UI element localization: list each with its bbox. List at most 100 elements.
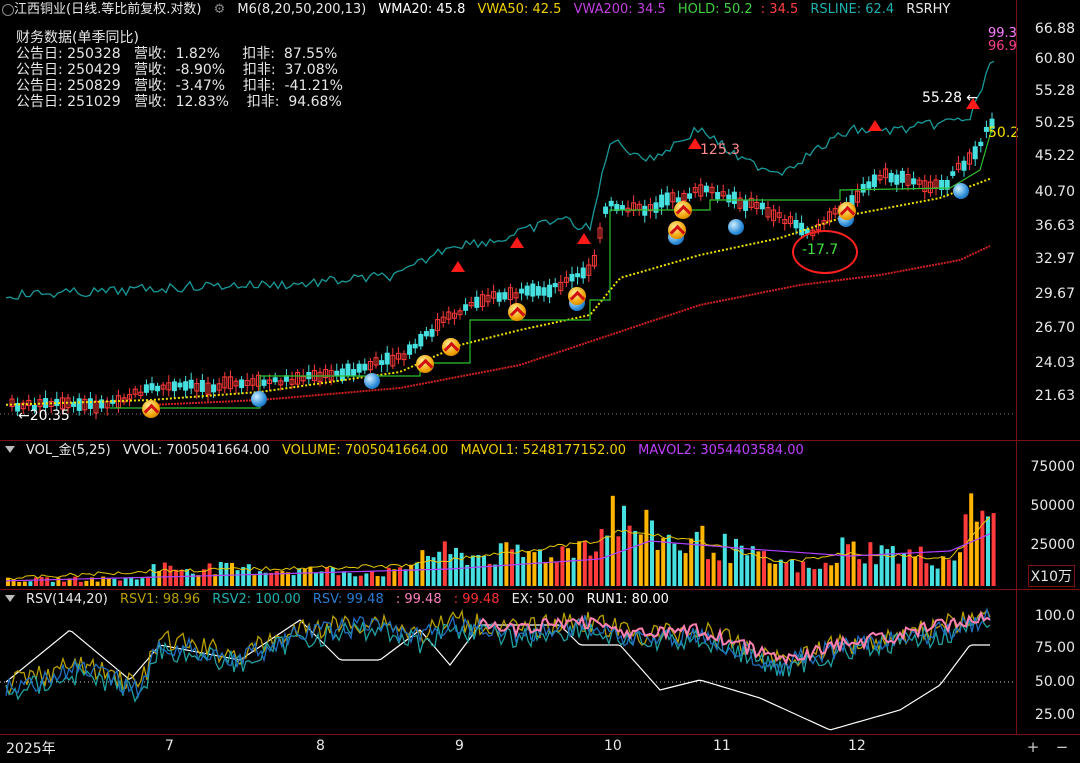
volume-bar: [50, 581, 55, 586]
candle-body: [183, 381, 189, 391]
volume-bar: [857, 559, 862, 586]
volume-bar: [851, 541, 856, 586]
volume-bar: [554, 562, 559, 586]
volume-label: VOLUME: 7005041664.00: [281, 443, 449, 458]
volume-bar: [672, 543, 677, 586]
volume-bar: [39, 577, 44, 586]
candle-body: [653, 202, 659, 213]
hold-sep: :: [760, 2, 766, 17]
volume-bar: [722, 533, 727, 586]
volume-bar: [319, 571, 324, 586]
volume-bar: [924, 563, 929, 586]
buy-signal-icon: [142, 400, 160, 418]
volume-chart[interactable]: [0, 441, 1016, 589]
volume-bar: [941, 556, 946, 586]
volume-bar: [840, 537, 845, 586]
volume-bar: [571, 557, 576, 586]
volume-bar: [358, 575, 363, 586]
volume-pane[interactable]: [0, 441, 1016, 589]
volume-bar: [644, 509, 649, 586]
volume-bar: [806, 567, 811, 586]
ex-label: EX: 50.00: [511, 592, 575, 607]
volume-bar: [577, 541, 582, 586]
rsv1-line: [5, 608, 991, 696]
volume-bar: [538, 549, 542, 586]
red-triangle-icon: [451, 261, 465, 272]
rsv-pane[interactable]: [0, 590, 1016, 734]
volume-bar: [28, 581, 33, 586]
volume-bar: [454, 548, 458, 586]
volume-bar: [297, 568, 302, 586]
volume-bar: [286, 572, 290, 586]
candle-body: [619, 205, 625, 211]
zoom-out-button[interactable]: −: [1053, 738, 1071, 756]
zoom-in-button[interactable]: +: [1024, 738, 1042, 756]
collapse-icon[interactable]: [5, 595, 15, 602]
candle-body: [407, 344, 413, 355]
volume-bar: [207, 563, 212, 586]
candle-body: [731, 191, 737, 204]
volume-bar: [62, 581, 66, 586]
red-triangle-icon: [966, 98, 980, 109]
candle-body: [261, 379, 267, 386]
candle-body: [384, 352, 390, 365]
volume-bar: [689, 538, 694, 586]
price-tick: 45.22: [1034, 148, 1075, 164]
month-label: 10: [604, 738, 622, 754]
candle-body: [535, 286, 541, 296]
volume-bar: [582, 540, 587, 586]
left-arrow-icon: ←: [18, 408, 30, 424]
volume-bar: [353, 576, 358, 586]
candle-body: [463, 304, 469, 311]
month-label: 8: [316, 738, 325, 754]
financial-title: 财务数据(单季同比): [16, 30, 139, 46]
volume-bar: [969, 493, 974, 586]
volume-bar: [930, 565, 934, 586]
collapse-icon[interactable]: [5, 446, 15, 453]
settings-dot-icon[interactable]: [2, 4, 14, 16]
time-axis-divider: [0, 734, 1080, 735]
candle-body: [603, 206, 609, 214]
volume-bar: [706, 559, 710, 586]
symbol-title[interactable]: 江西铜业(日线.等比前复权.对数): [14, 2, 201, 17]
candle-body: [177, 382, 183, 388]
volume-bar: [151, 564, 156, 586]
volume-bar: [801, 561, 806, 586]
candle-body: [423, 331, 429, 337]
rsv-axis[interactable]: 100.0 75.00 50.00 25.00: [1016, 590, 1080, 734]
blue-orb-icon: [364, 373, 380, 389]
volume-bar: [493, 564, 498, 586]
candle-body: [743, 200, 749, 211]
volume-bar: [252, 575, 257, 586]
volume-bar: [980, 510, 985, 586]
candle-body: [519, 288, 525, 294]
rsv-chart[interactable]: [0, 590, 1016, 734]
month-label: 9: [455, 738, 464, 754]
candle-body: [272, 377, 278, 383]
price-axis[interactable]: 66.88 60.80 55.28 50.25 45.22 40.70 36.6…: [1016, 0, 1080, 440]
candle-body: [171, 381, 177, 392]
candle-body: [474, 296, 480, 308]
candle-body: [211, 384, 217, 393]
volume-bar: [140, 578, 145, 586]
peak-annotation: 125.3: [700, 142, 741, 158]
volume-bar: [73, 576, 78, 586]
gear-icon[interactable]: ⚙: [214, 2, 226, 17]
run1-label: RUN1: 80.00: [586, 592, 669, 607]
volume-indicator-name[interactable]: VOL_金(5,25): [26, 443, 111, 458]
volume-axis[interactable]: 75000 50000 25000 X10万: [1016, 441, 1080, 589]
volume-tick: 50000: [1030, 498, 1075, 514]
volume-bar: [650, 520, 654, 586]
candle-body: [894, 174, 900, 185]
drawdown-annotation: -17.7: [802, 242, 839, 258]
rsv-indicator-name[interactable]: RSV(144,20): [26, 592, 108, 607]
candle-body: [580, 267, 586, 279]
candle-body: [345, 363, 351, 376]
price-tick: 60.80: [1034, 51, 1075, 67]
volume-bar: [521, 557, 526, 586]
red-triangle-icon: [868, 120, 882, 131]
buy-signal-icon: [568, 287, 586, 305]
candle-body: [687, 193, 693, 199]
volume-bar: [526, 551, 531, 586]
volume-bar: [879, 545, 884, 586]
